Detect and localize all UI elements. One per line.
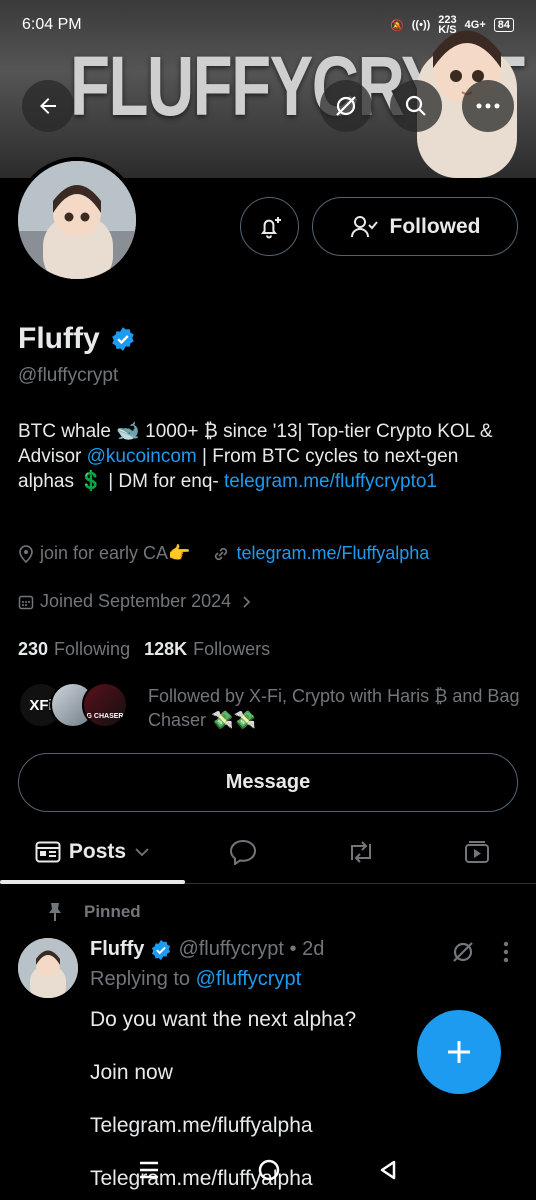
joined-row[interactable]: Joined September 2024 [18,591,253,612]
status-bar: 6:04 PM 🔕 ((•)) 223 K/S 4G+ 84 [0,0,536,50]
reply-handle-link[interactable]: @fluffycrypt [196,968,302,990]
location-icon [19,544,33,563]
mute-icon: 🔕 [390,19,404,32]
post-avatar[interactable] [18,938,78,998]
chevron-right-icon [243,595,251,608]
pin-icon [49,903,61,921]
known-followers-avatars[interactable]: XFi G CHASER [18,682,128,728]
profile-meta-row: join for early CA👉 telegram.me/Fluffyalp… [18,543,429,564]
post-avatar-image [18,938,78,998]
post-more-icon[interactable] [502,940,510,964]
bio-link[interactable]: telegram.me/fluffycrypto1 [224,471,437,492]
system-nav-bar [0,1140,536,1200]
hotspot-icon: ((•)) [411,19,431,31]
home-icon[interactable] [257,1158,281,1182]
replying-to: Replying to @fluffycrypt [90,968,301,991]
compose-button[interactable] [417,1010,501,1094]
user-check-icon [350,215,378,237]
followed-button[interactable]: Followed [312,197,518,256]
recents-icon[interactable] [138,1160,160,1180]
reply-bubble-icon [229,839,257,865]
verified-badge-icon [111,327,134,351]
arrow-left-icon [40,98,56,114]
followers-stat[interactable]: 128K Followers [144,639,270,660]
avatar-image [18,161,136,279]
more-icon [476,103,500,109]
display-name: Fluffy [18,322,100,355]
name-row: Fluffy [18,322,136,356]
post-meta: @fluffycrypt • 2d [178,938,325,960]
search-icon [405,95,426,116]
grok-icon [336,96,356,116]
profile-avatar[interactable] [14,157,140,283]
reply-prefix: Replying to [90,968,196,990]
bell-plus-icon [260,216,281,238]
back-button[interactable] [22,80,74,132]
post-header: Fluffy @fluffycrypt • 2d [90,938,324,961]
grok-icon[interactable] [450,939,476,965]
search-button[interactable] [390,80,442,132]
posts-icon [35,841,61,862]
more-button[interactable] [462,80,514,132]
status-icons: 🔕 ((•)) 223 K/S 4G+ 84 [390,14,514,36]
handle: @fluffycrypt [18,365,119,386]
verified-badge-icon [152,939,171,960]
bio: BTC whale 🐋 1000+ ₿ since '13| Top-tier … [18,419,518,494]
follow-stats: 230 Following 128K Followers [18,639,270,660]
bio-mention-link[interactable]: @kucoincom [87,446,197,467]
repost-icon [351,840,371,863]
tab-posts[interactable]: Posts [0,820,185,883]
network-type: 4G+ [464,19,486,31]
back-nav-icon[interactable] [378,1159,398,1181]
following-stat[interactable]: 230 Following [18,639,130,660]
active-tab-indicator [0,880,185,884]
post-line-1: Do you want the next alpha? [90,1008,357,1031]
chevron-down-icon [135,847,149,856]
website-link[interactable]: telegram.me/Fluffyalpha [236,543,429,564]
tab-reposts[interactable] [318,820,404,883]
followers-count: 128K [144,639,188,659]
following-label: Following [54,639,131,659]
followed-label: Followed [389,214,481,238]
joined-text: Joined September 2024 [40,591,232,611]
followed-by-text[interactable]: Followed by X-Fi, Crypto with Haris ₿ an… [148,684,528,732]
media-video-icon [465,840,489,863]
link-icon [215,547,228,560]
pinned-indicator: Pinned [48,902,141,922]
status-time: 6:04 PM [22,16,82,33]
tab-replies[interactable] [200,820,286,883]
post-link-1[interactable]: Telegram.me/fluffyalpha [90,1114,313,1138]
post-author[interactable]: Fluffy [90,938,144,961]
profile-tabs: Posts [0,820,536,884]
mini-avatar-bagchaser: G CHASER [82,682,128,728]
post-line-2: Join now [90,1061,173,1084]
location-text: join for early CA👉 [40,543,191,563]
battery-icon: 84 [493,18,514,32]
following-count: 230 [18,639,49,659]
grok-button[interactable] [320,80,372,132]
pinned-label: Pinned [84,902,141,921]
plus-icon [448,1041,470,1063]
calendar-icon [18,595,34,609]
network-speed: 223 K/S [438,14,457,36]
tab-posts-label: Posts [68,839,127,863]
message-button[interactable]: Message [18,753,518,812]
notify-button[interactable] [240,197,299,256]
followers-label: Followers [193,639,271,659]
tab-media[interactable] [434,820,520,883]
